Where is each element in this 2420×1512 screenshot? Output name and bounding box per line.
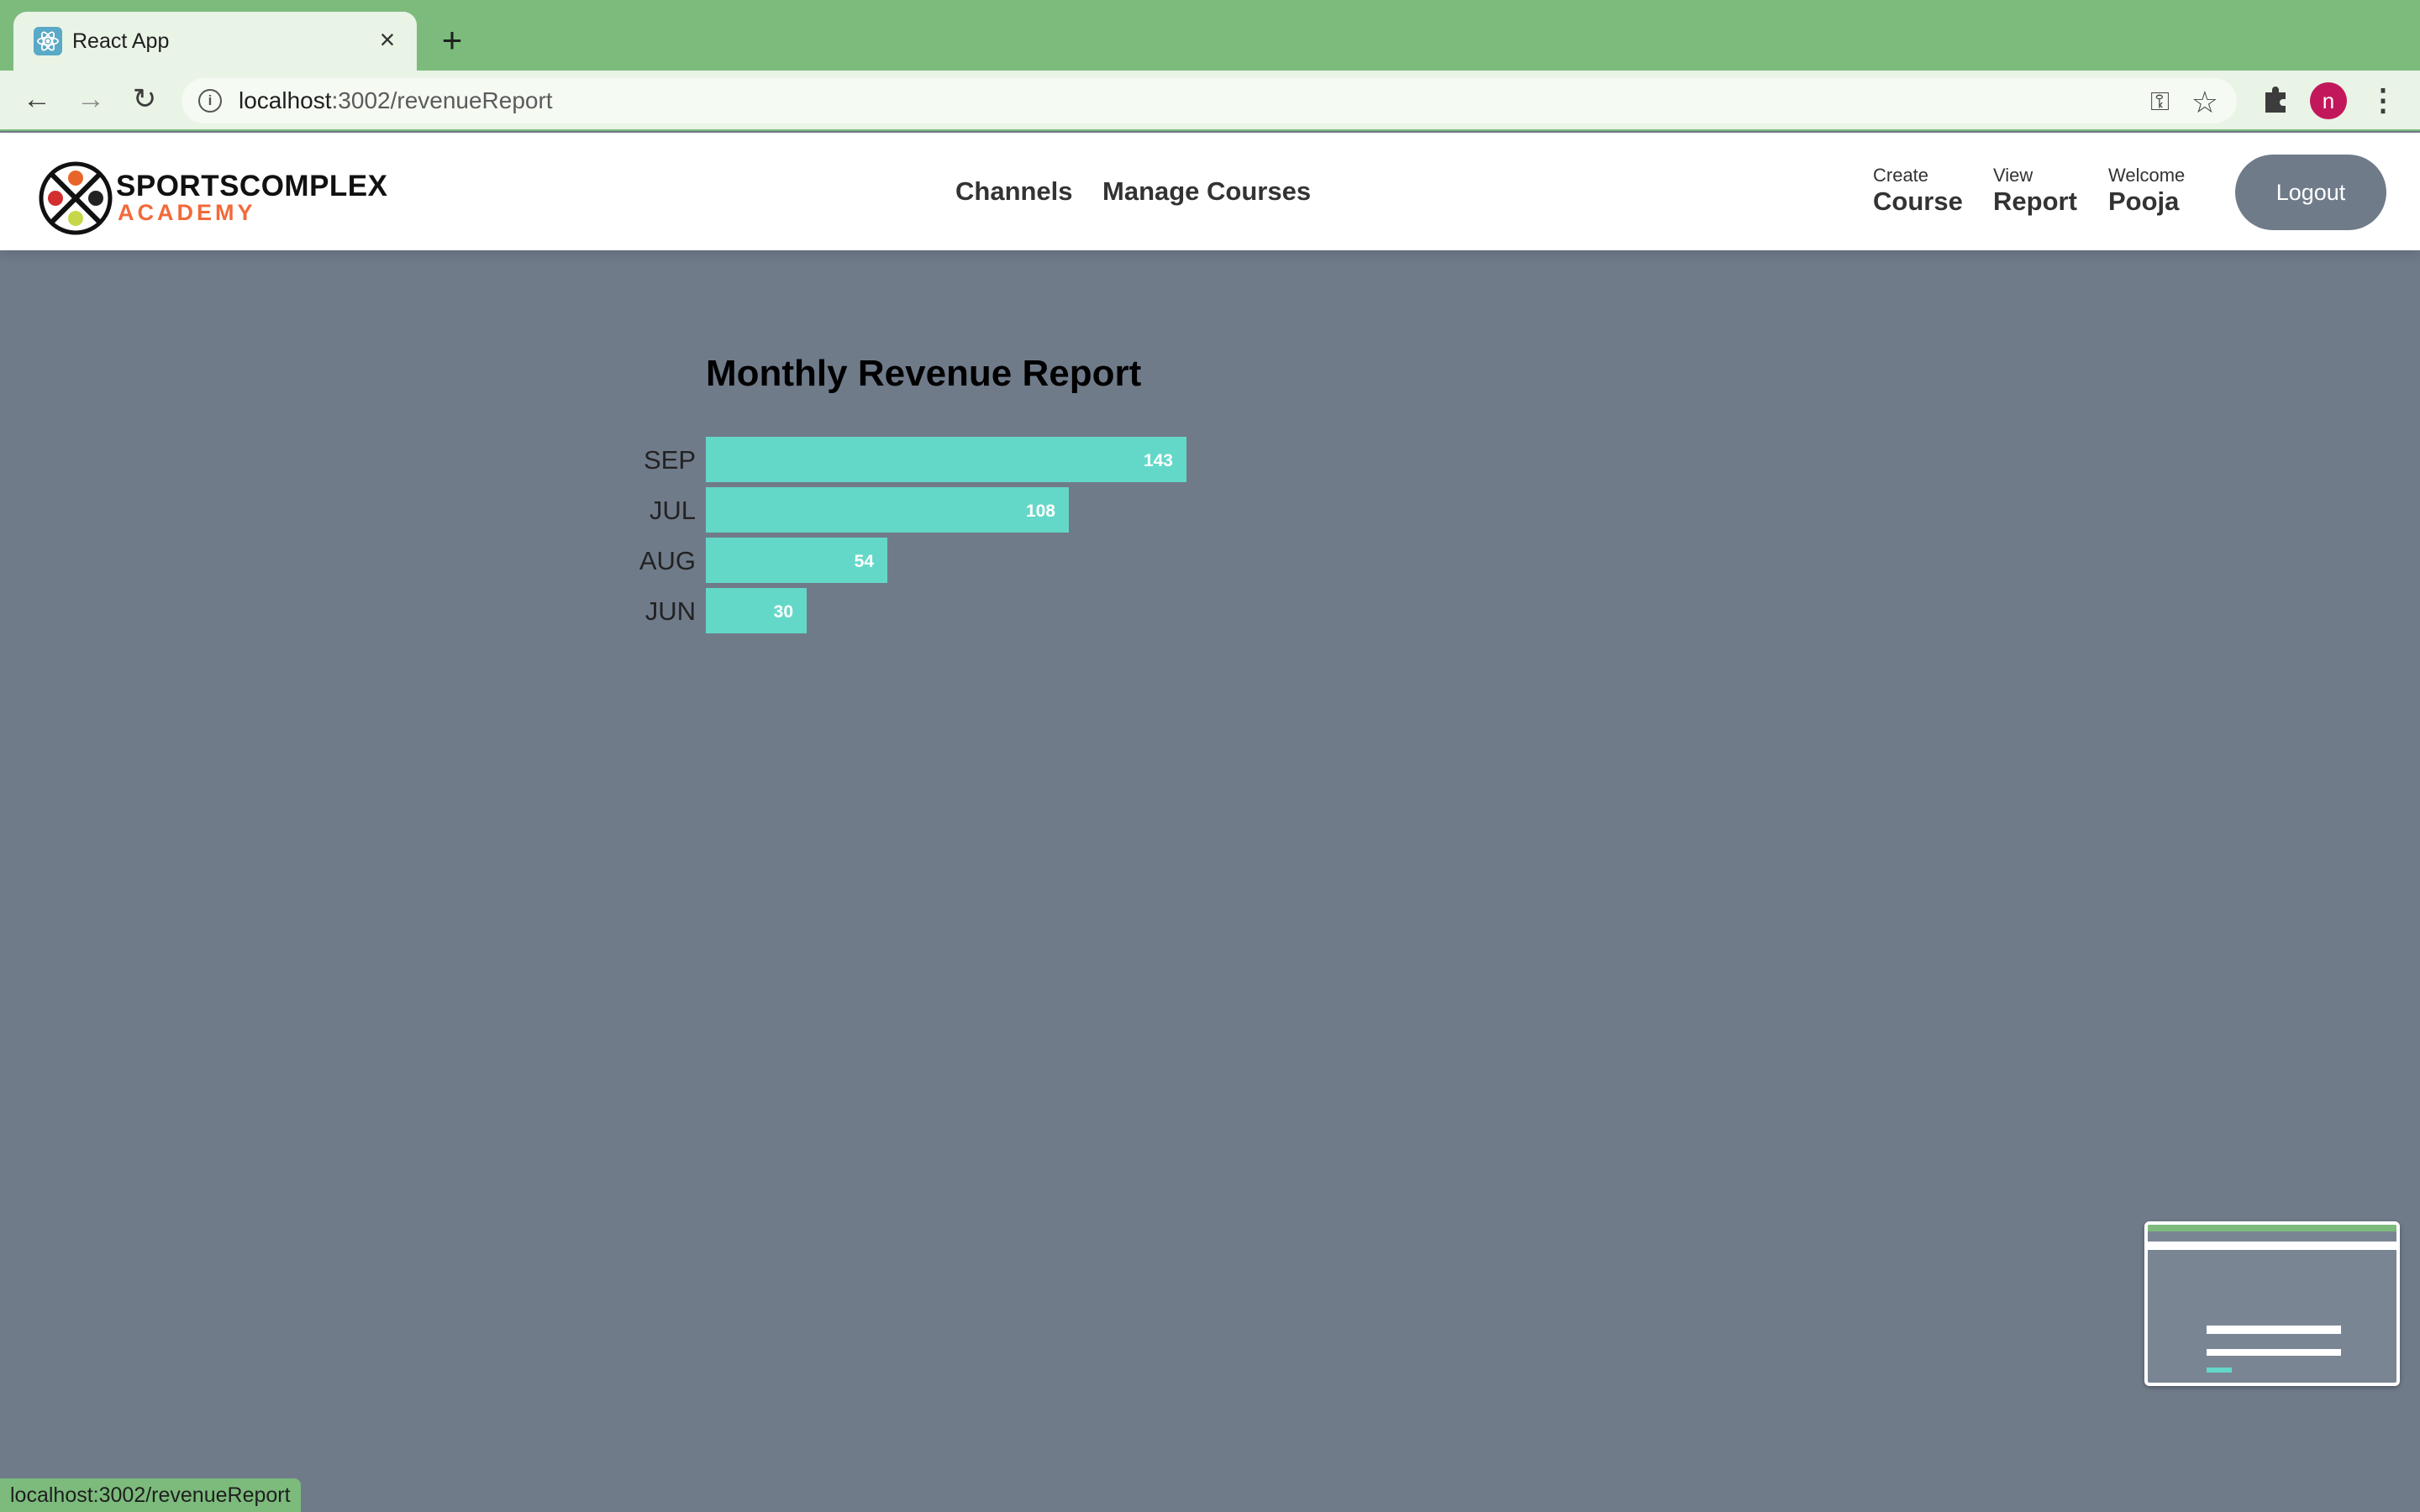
thumbnail-field [2207,1349,2341,1356]
value-label-jul: 108 [1026,501,1055,521]
thumbnail-button [2207,1368,2232,1373]
revenue-bar-chart: SEP 143 JUL 108 AUG 54 JUN 30 [639,437,1186,633]
thumbnail-header [2148,1242,2396,1250]
category-label-jun: JUN [645,596,696,626]
thumbnail-tab-strip [2148,1225,2396,1231]
category-label-aug: AUG [639,546,696,575]
bar-jul[interactable] [706,487,1069,533]
status-bar-url: localhost:3002/revenueReport [0,1478,301,1512]
value-label-sep: 143 [1144,451,1173,470]
thumbnail-field [2207,1326,2341,1334]
value-label-jun: 30 [774,602,793,622]
category-label-sep: SEP [644,445,696,475]
category-label-jul: JUL [650,496,696,525]
screenshot-thumbnail[interactable] [2144,1221,2400,1386]
value-label-aug: 54 [855,552,875,571]
bar-sep[interactable] [706,437,1186,482]
thumbnail-image [2148,1225,2396,1383]
